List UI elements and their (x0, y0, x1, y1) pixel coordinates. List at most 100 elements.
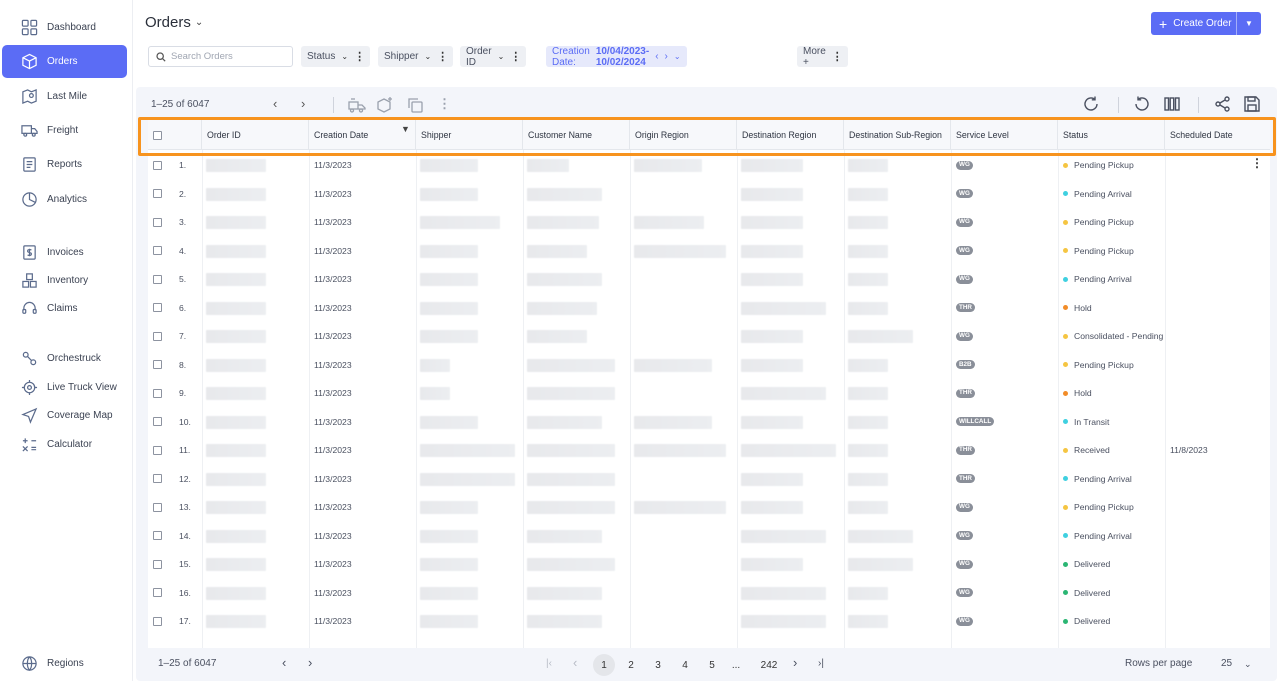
chevron-left-icon[interactable]: ‹ (273, 96, 277, 111)
status-filter[interactable]: Status ⌄ ⋮ (301, 46, 371, 67)
row-checkbox[interactable] (153, 445, 162, 455)
more-filters[interactable]: More + ⋮ (797, 46, 848, 68)
select-all-checkbox[interactable] (153, 130, 162, 140)
share-icon[interactable] (1214, 95, 1234, 115)
table-row[interactable]: 9. 11/3/2023 THR Hold (148, 379, 1270, 408)
sort-descending-icon[interactable]: ▼ (401, 124, 410, 134)
sidebar-item-reports[interactable]: Reports (2, 148, 127, 181)
row-checkbox[interactable] (153, 246, 162, 256)
sidebar-item-calculator[interactable]: Calculator (2, 428, 127, 461)
header-shipper[interactable]: Shipper (416, 120, 523, 150)
table-row[interactable]: 10. 11/3/2023 WILLCALL In Transit (148, 408, 1270, 437)
sidebar-item-analytics[interactable]: Analytics (2, 183, 127, 216)
sidebar-item-claims[interactable]: Claims (2, 292, 127, 325)
page-button[interactable]: 2 (620, 654, 642, 676)
refresh-icon[interactable] (1082, 95, 1102, 115)
header-order-id[interactable]: Order ID (202, 120, 309, 150)
header-customer-name[interactable]: Customer Name (523, 120, 630, 150)
page-button[interactable]: 5 (701, 654, 723, 676)
search-box[interactable] (148, 46, 293, 67)
row-checkbox[interactable] (153, 588, 162, 598)
chevron-right-icon[interactable]: › (301, 96, 305, 111)
creation-date-filter[interactable]: Creation Date: 10/04/2023-10/02/2024 ‹ ›… (546, 46, 687, 68)
columns-icon[interactable] (1163, 95, 1183, 115)
chevron-right-icon[interactable]: › (665, 51, 668, 62)
kebab-icon[interactable]: ⋮ (437, 50, 448, 63)
rows-per-page-select[interactable]: 25 (1221, 658, 1232, 669)
row-checkbox[interactable] (153, 388, 162, 398)
table-row[interactable]: 4. 11/3/2023 WG Pending Pickup (148, 237, 1270, 266)
table-row[interactable]: 3. 11/3/2023 WG Pending Pickup (148, 208, 1270, 237)
row-checkbox[interactable] (153, 331, 162, 341)
table-row[interactable]: 13. 11/3/2023 WG Pending Pickup (148, 493, 1270, 522)
row-checkbox[interactable] (153, 160, 162, 170)
header-destination-region[interactable]: Destination Region (737, 120, 844, 150)
header-creation-date[interactable]: Creation Date (309, 120, 416, 150)
row-checkbox[interactable] (153, 502, 162, 512)
header-destination-sub-region[interactable]: Destination Sub-Region (844, 120, 951, 150)
row-checkbox[interactable] (153, 616, 162, 626)
search-input[interactable] (171, 51, 286, 62)
row-checkbox[interactable] (153, 217, 162, 227)
chevron-left-icon[interactable]: ‹ (573, 655, 577, 670)
create-order-button[interactable]: + Create Order ▼ (1151, 12, 1261, 35)
add-box-icon[interactable] (376, 96, 394, 114)
create-order-main[interactable]: + Create Order (1151, 12, 1237, 35)
chevron-left-icon[interactable]: ‹ (655, 51, 658, 62)
last-page-icon[interactable]: ›| (818, 658, 824, 669)
header-status[interactable]: Status (1058, 120, 1165, 150)
kebab-icon[interactable]: ⋮ (832, 50, 843, 63)
table-row[interactable]: 6. 11/3/2023 THR Hold (148, 294, 1270, 323)
row-checkbox[interactable] (153, 360, 162, 370)
row-checkbox[interactable] (153, 274, 162, 284)
create-order-dropdown-icon[interactable]: ▼ (1237, 19, 1261, 28)
row-checkbox[interactable] (153, 417, 162, 427)
truck-icon[interactable] (348, 96, 366, 114)
chevron-right-icon[interactable]: › (793, 655, 797, 670)
table-row[interactable]: 8. 11/3/2023 B2B Pending Pickup (148, 351, 1270, 380)
row-checkbox[interactable] (153, 474, 162, 484)
sidebar-item-freight[interactable]: Freight (2, 114, 127, 147)
header-origin-region[interactable]: Origin Region (630, 120, 737, 150)
header-scheduled-date[interactable]: Scheduled Date (1165, 120, 1270, 150)
table-row[interactable]: 15. 11/3/2023 WG Delivered (148, 550, 1270, 579)
chevron-right-icon[interactable]: › (308, 655, 312, 670)
header-select-all[interactable] (148, 120, 202, 150)
chevron-left-icon[interactable]: ‹ (282, 655, 286, 670)
save-icon[interactable] (1243, 95, 1263, 115)
table-row[interactable]: 11. 11/3/2023 THR Received 11/8/2023 (148, 436, 1270, 465)
table-row[interactable]: 7. 11/3/2023 WG Consolidated - Pending (148, 322, 1270, 351)
row-actions-kebab-icon[interactable]: ⋮ (1251, 156, 1263, 170)
row-checkbox[interactable] (153, 559, 162, 569)
page-title[interactable]: Orders ⌄ (145, 14, 203, 31)
page-button[interactable]: 242 (756, 654, 782, 676)
table-row[interactable]: 14. 11/3/2023 WG Pending Arrival (148, 522, 1270, 551)
shipper-filter[interactable]: Shipper ⌄ ⋮ (378, 46, 454, 67)
table-row[interactable]: 2. 11/3/2023 WG Pending Arrival (148, 180, 1270, 209)
kebab-icon[interactable]: ⋮ (510, 50, 521, 63)
sidebar-item-dashboard[interactable]: Dashboard (2, 11, 127, 44)
table-row[interactable]: 1. 11/3/2023 WG Pending Pickup ⋮ (148, 151, 1270, 180)
sidebar-item-last-mile[interactable]: Last Mile (2, 80, 127, 113)
table-row[interactable]: 5. 11/3/2023 WG Pending Arrival (148, 265, 1270, 294)
page-button[interactable]: 3 (647, 654, 669, 676)
kebab-icon[interactable]: ⋮ (354, 50, 365, 63)
first-page-icon[interactable]: |‹ (546, 658, 552, 669)
undo-icon[interactable] (1133, 95, 1153, 115)
chevron-down-icon[interactable]: ⌄ (674, 52, 681, 61)
page-button[interactable]: 4 (674, 654, 696, 676)
row-checkbox[interactable] (153, 189, 162, 199)
header-service-level[interactable]: Service Level (951, 120, 1058, 150)
sidebar-item-orders[interactable]: Orders (2, 45, 127, 78)
table-row[interactable]: 17. 11/3/2023 WG Delivered (148, 607, 1270, 636)
copy-icon[interactable] (406, 96, 424, 114)
page-button[interactable]: 1 (593, 654, 615, 676)
chevron-down-icon[interactable]: ⌄ (1244, 659, 1252, 670)
row-checkbox[interactable] (153, 531, 162, 541)
kebab-icon[interactable]: ⋮ (438, 96, 456, 114)
table-row[interactable]: 12. 11/3/2023 THR Pending Arrival (148, 465, 1270, 494)
sidebar-item-regions[interactable]: Regions (2, 647, 127, 680)
row-checkbox[interactable] (153, 303, 162, 313)
table-row[interactable]: 16. 11/3/2023 WG Delivered (148, 579, 1270, 608)
order-id-filter[interactable]: Order ID ⌄ ⋮ (460, 46, 527, 68)
